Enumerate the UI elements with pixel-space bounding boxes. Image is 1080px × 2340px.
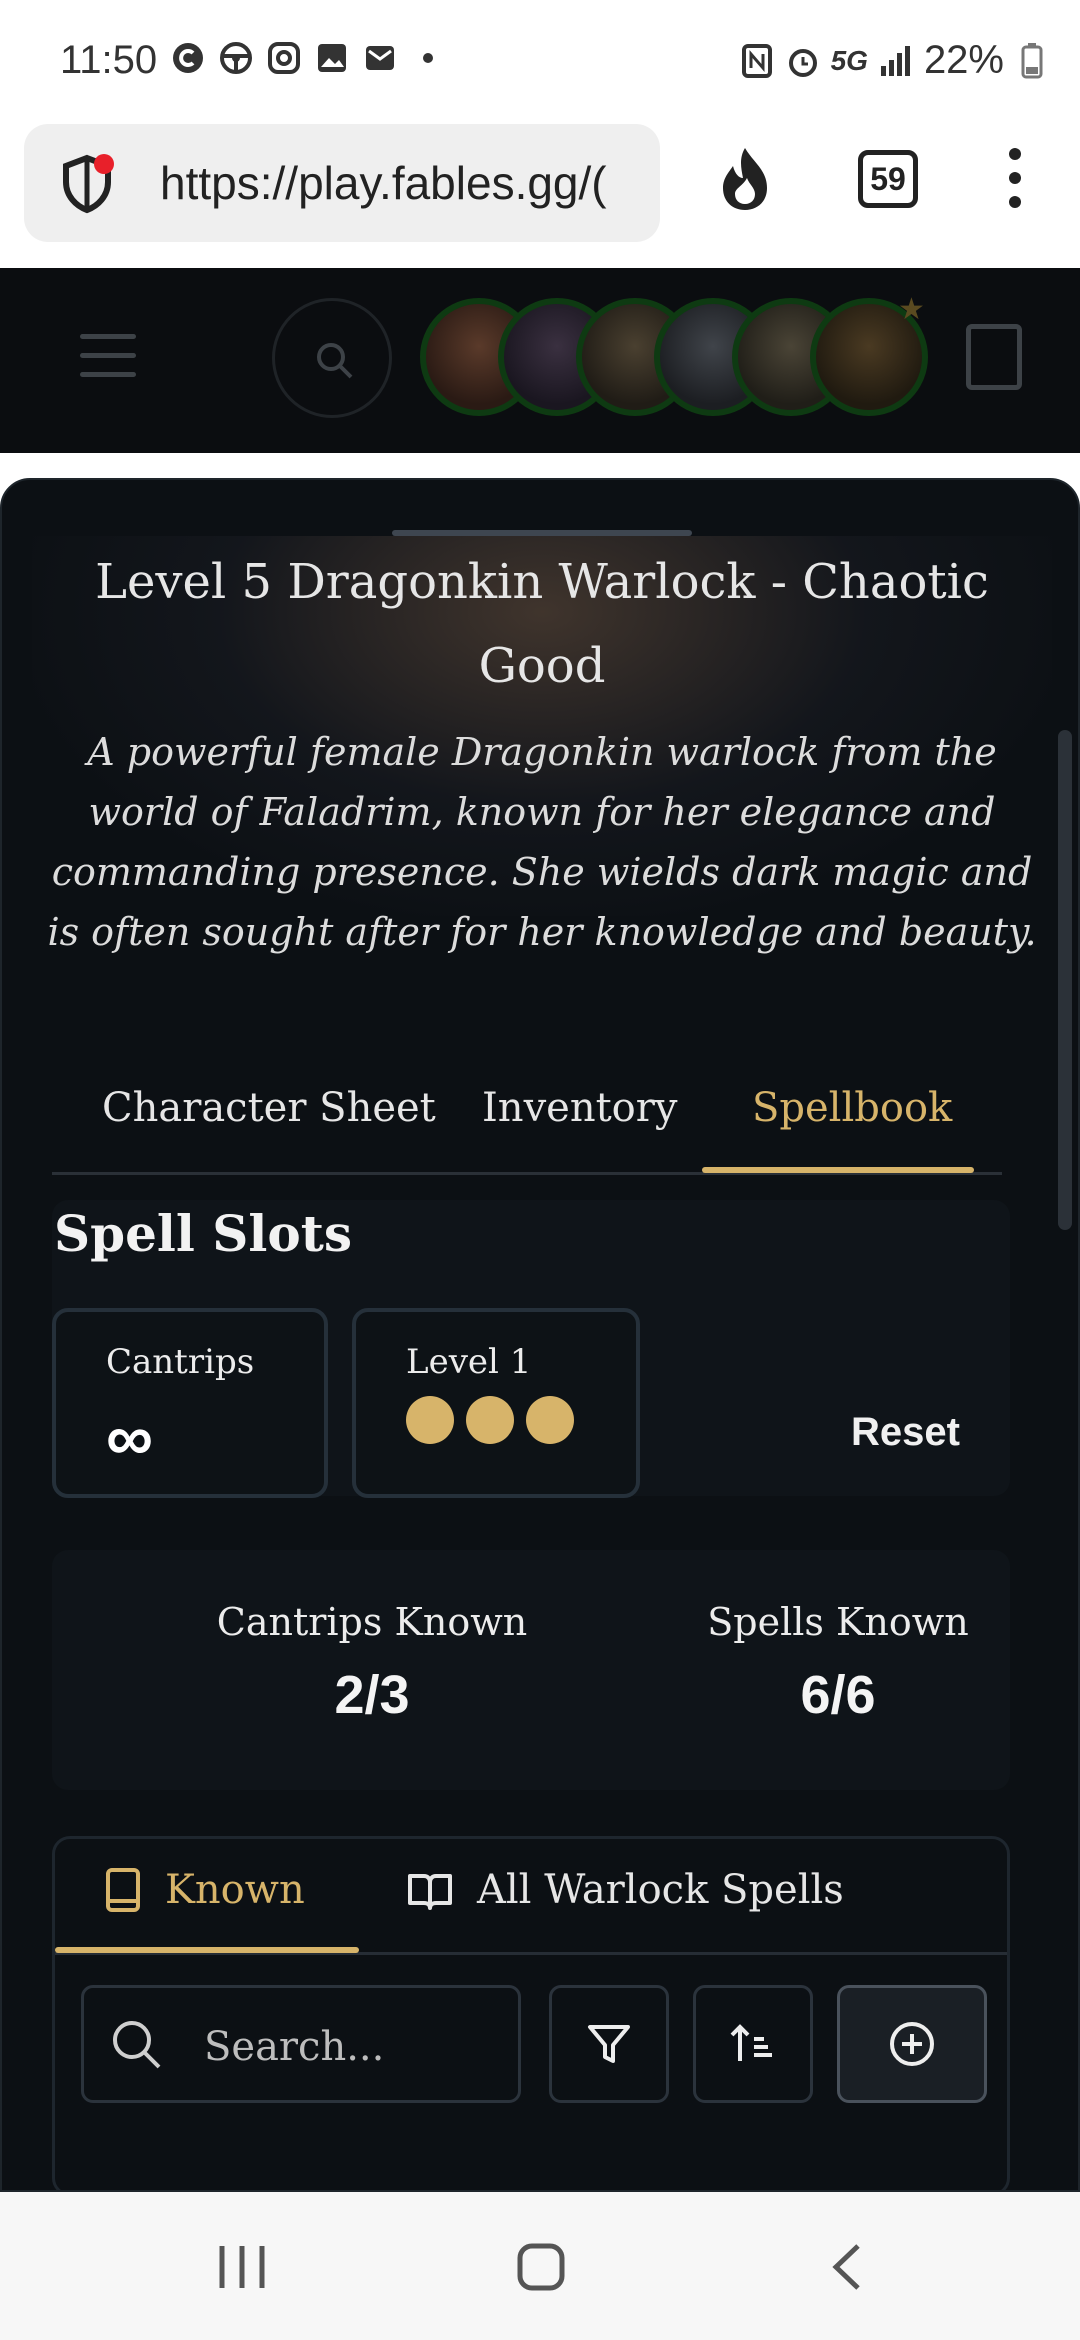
network-label: 5G [830,44,868,76]
active-subtab-indicator [55,1947,359,1953]
app-header: ★ [0,268,1080,453]
journal-icon[interactable] [966,324,1022,390]
gallery-icon [314,40,350,76]
steering-icon [218,40,254,76]
tab-character-sheet[interactable]: Character Sheet [102,1085,436,1131]
active-tab-indicator [702,1167,974,1173]
tab-spellbook[interactable]: Spellbook [752,1085,952,1131]
main-tab-bar: Character Sheet Inventory Spellbook [52,1055,1002,1175]
search-icon [113,2021,161,2069]
spells-known: Spells Known 6/6 [658,1600,1018,1726]
drag-handle[interactable] [392,530,692,536]
cantrips-known: Cantrips Known 2/3 [192,1600,552,1726]
signal-icon [878,43,914,79]
level-1-slot: Level 1 [352,1308,640,1498]
spells-known-label: Spells Known [707,1600,969,1644]
shield-icon[interactable] [54,150,120,216]
back-icon[interactable] [828,2242,868,2297]
c-app-icon [170,40,206,76]
infinity-icon: ∞ [106,1400,154,1474]
status-system-icons: 5G 22% [739,38,1050,83]
spell-list-tabs: Known All Warlock Spells [55,1839,1007,1955]
battery-icon [1014,42,1050,79]
slot-dots [406,1396,574,1444]
sort-icon [730,2024,772,2061]
battery-percent: 22% [923,38,1004,82]
add-spell-button[interactable] [837,1985,987,2103]
tab-all-warlock-spells[interactable]: All Warlock Spells [407,1867,844,1913]
mail-icon [362,40,398,76]
browser-toolbar: https://play.fables.gg/( 59 [0,120,1080,268]
character-panel: Level 5 Dragonkin Warlock - Chaotic Good… [0,478,1080,2192]
cantrips-slot: Cantrips ∞ [52,1308,328,1498]
known-counts-card: Cantrips Known 2/3 Spells Known 6/6 [52,1550,1010,1790]
status-time: 11:50 [60,38,158,82]
scrollbar[interactable] [1058,730,1072,1230]
sort-button[interactable] [693,1985,813,2103]
character-title: Level 5 Dragonkin Warlock - Chaotic Good [95,554,989,694]
recent-apps-icon[interactable] [216,2242,268,2297]
tab-all-warlock-spells-label: All Warlock Spells [477,1867,844,1913]
home-icon[interactable] [516,2242,566,2297]
instagram-icon [266,40,302,76]
plus-circle-icon [890,2022,934,2066]
search-icon [317,343,353,379]
level-1-slot-label: Level 1 [406,1342,532,1382]
spells-known-value: 6/6 [800,1665,876,1725]
hamburger-menu-icon[interactable] [80,334,136,378]
tab-inventory[interactable]: Inventory [482,1085,677,1131]
dot-icon [410,40,446,76]
tab-known[interactable]: Known [105,1867,305,1913]
tab-count-button[interactable]: 59 [858,150,918,208]
tab-known-label: Known [165,1867,305,1913]
system-nav-bar [0,2192,1080,2340]
cantrips-known-value: 2/3 [334,1665,410,1725]
open-book-icon [408,1874,452,1910]
status-notification-icons [170,40,446,76]
alarm-icon [785,43,821,79]
party-avatars: ★ [420,293,928,418]
more-menu-icon[interactable] [1000,148,1030,214]
search-placeholder: Search... [204,2024,385,2070]
status-bar: 11:50 5G 22% [0,0,1080,120]
slot-dot[interactable] [406,1396,454,1444]
url-text[interactable]: https://play.fables.gg/( [160,156,607,210]
address-bar[interactable]: https://play.fables.gg/( [24,124,660,242]
cantrips-known-label: Cantrips Known [216,1600,528,1644]
book-icon [106,1868,140,1912]
character-description: A powerful female Dragonkin warlock from… [47,730,1037,954]
slot-dot[interactable] [526,1396,574,1444]
nfc-icon [739,43,775,79]
star-icon: ★ [898,293,925,326]
flame-icon[interactable] [715,144,775,214]
filter-button[interactable] [549,1985,669,2103]
spell-list-card: Known All Warlock Spells Search... [52,1836,1010,2190]
slot-dot[interactable] [466,1396,514,1444]
spell-slots-card: Spell Slots Cantrips ∞ Level 1 Reset [52,1200,1010,1498]
spell-search-input[interactable]: Search... [81,1985,521,2103]
header-search-button[interactable] [272,298,392,418]
spell-slots-title: Spell Slots [54,1204,352,1263]
cantrips-slot-label: Cantrips [106,1342,255,1382]
filter-icon [588,2025,630,2063]
reset-button[interactable]: Reset [851,1410,960,1455]
